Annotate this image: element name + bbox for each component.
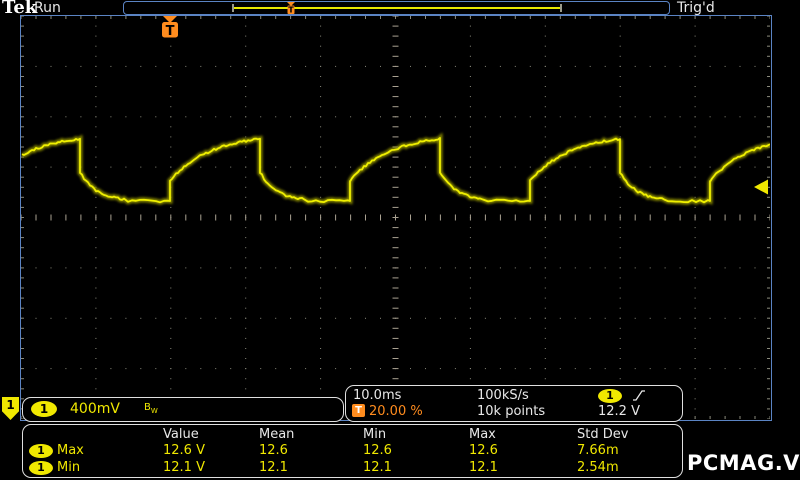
horizontal-trigger-readout-box[interactable]: 10.0ms 100kS/s 1 T 20.00 % 10k points 12…: [345, 385, 683, 422]
svg-text:T: T: [288, 6, 294, 15]
meas-name: Max: [57, 443, 84, 458]
waveform-display: T: [20, 15, 772, 420]
meas-header-mean: Mean: [259, 427, 295, 442]
meas-name: Min: [57, 460, 81, 475]
measurements-box[interactable]: Value Mean Min Max Std Dev 1 Max 12.6 V …: [22, 424, 683, 478]
graticule: T: [20, 15, 772, 421]
channel-1-badge: 1: [31, 401, 57, 417]
meas-value: 12.6 V: [163, 443, 205, 458]
trigger-position-icon: T: [162, 16, 178, 39]
meas-mean: 12.6: [259, 443, 288, 458]
meas-min: 12.1: [363, 460, 392, 475]
svg-text:T: T: [166, 24, 175, 39]
trigger-level-arrow-icon: [754, 179, 768, 195]
meas-header-stddev: Std Dev: [577, 427, 629, 442]
oscilloscope-screen: { "header": { "brand": "Tek", "acq_statu…: [0, 0, 800, 480]
time-per-div: 10.0ms: [353, 388, 402, 403]
record-view-bar[interactable]: T: [123, 1, 670, 15]
trigger-level: 12.2 V: [598, 404, 640, 419]
meas-header-max: Max: [469, 427, 496, 442]
meas-mean: 12.1: [259, 460, 288, 475]
volts-per-div: 400mV: [70, 401, 120, 417]
meas-stddev: 2.54m: [577, 460, 619, 475]
record-window-bracket-left: [232, 4, 234, 12]
record-trigger-position-icon[interactable]: T: [285, 2, 297, 15]
record-length: 10k points: [477, 404, 546, 419]
meas-header-value: Value: [163, 427, 199, 442]
meas-max: 12.6: [469, 443, 498, 458]
channel-1-position-marker[interactable]: 1: [2, 397, 19, 420]
bandwidth-limit-icon: BW: [144, 402, 158, 415]
meas-max: 12.1: [469, 460, 498, 475]
meas-channel-badge: 1: [29, 444, 53, 458]
meas-stddev: 7.66m: [577, 443, 619, 458]
rising-edge-icon: [633, 390, 645, 401]
record-window-bracket-right: [560, 4, 562, 12]
trigger-t-badge: T: [352, 404, 365, 417]
meas-min: 12.6: [363, 443, 392, 458]
channel-readout-box[interactable]: 1 400mV BW: [22, 397, 344, 422]
sample-rate: 100kS/s: [477, 388, 529, 403]
meas-channel-badge: 1: [29, 461, 53, 475]
trigger-position-percent: 20.00 %: [369, 404, 423, 419]
meas-value: 12.1 V: [163, 460, 205, 475]
trigger-status: Trig'd: [677, 0, 715, 16]
watermark: PCMAG.VN: [687, 451, 800, 475]
acquisition-status: Run: [34, 0, 61, 16]
record-window-line: [234, 7, 561, 9]
meas-header-min: Min: [363, 427, 387, 442]
trigger-source-badge: 1: [598, 389, 622, 403]
